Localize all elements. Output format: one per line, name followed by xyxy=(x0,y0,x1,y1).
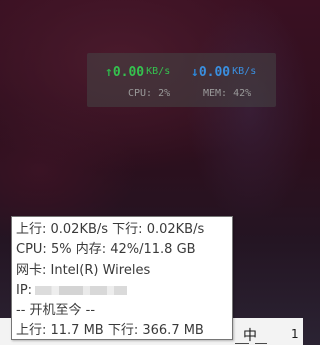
network-details-tooltip: 上行: 0.02KB/s 下行: 0.02KB/s CPU: 5% 内存: 42… xyxy=(11,216,233,340)
since-boot-heading: -- 开机至今 -- xyxy=(16,303,96,319)
download-value: 0.00 xyxy=(198,65,231,80)
total-traffic-line: 上行: 11.7 MB 下行: 366.7 MB xyxy=(16,323,204,339)
download-arrow-icon: ↓ xyxy=(191,65,199,80)
cpu-memory-line: CPU: 5% 内存: 42%/11.8 GB xyxy=(16,242,196,258)
background-number: 1 xyxy=(291,327,299,341)
upload-speed: ↑0.00 KB/s xyxy=(105,61,170,80)
ip-line: IP: xyxy=(16,281,232,301)
cpu-usage: CPU: 2% xyxy=(128,88,171,99)
ip-label: IP: xyxy=(16,282,33,298)
upload-unit: KB/s xyxy=(146,66,171,77)
upload-value: 0.00 xyxy=(112,65,145,80)
background-char: 中 xyxy=(243,328,257,344)
current-speed-line: 上行: 0.02KB/s 下行: 0.02KB/s xyxy=(16,222,205,237)
speed-row: ↑0.00 KB/s ↓0.00 KB/s xyxy=(87,61,276,80)
network-adapter-line: 网卡: Intel(R) Wireles xyxy=(16,262,151,278)
network-speed-widget[interactable]: ↑0.00 KB/s ↓0.00 KB/s CPU: 2% MEM: 42% xyxy=(87,53,276,107)
underline-dash xyxy=(235,343,249,344)
upload-arrow-icon: ↑ xyxy=(105,65,113,80)
ip-redacted-mask xyxy=(35,285,128,295)
download-unit: KB/s xyxy=(232,66,257,77)
memory-usage: MEM: 42% xyxy=(203,88,252,99)
underline-dash xyxy=(255,343,267,344)
download-speed: ↓0.00 KB/s xyxy=(191,61,256,80)
